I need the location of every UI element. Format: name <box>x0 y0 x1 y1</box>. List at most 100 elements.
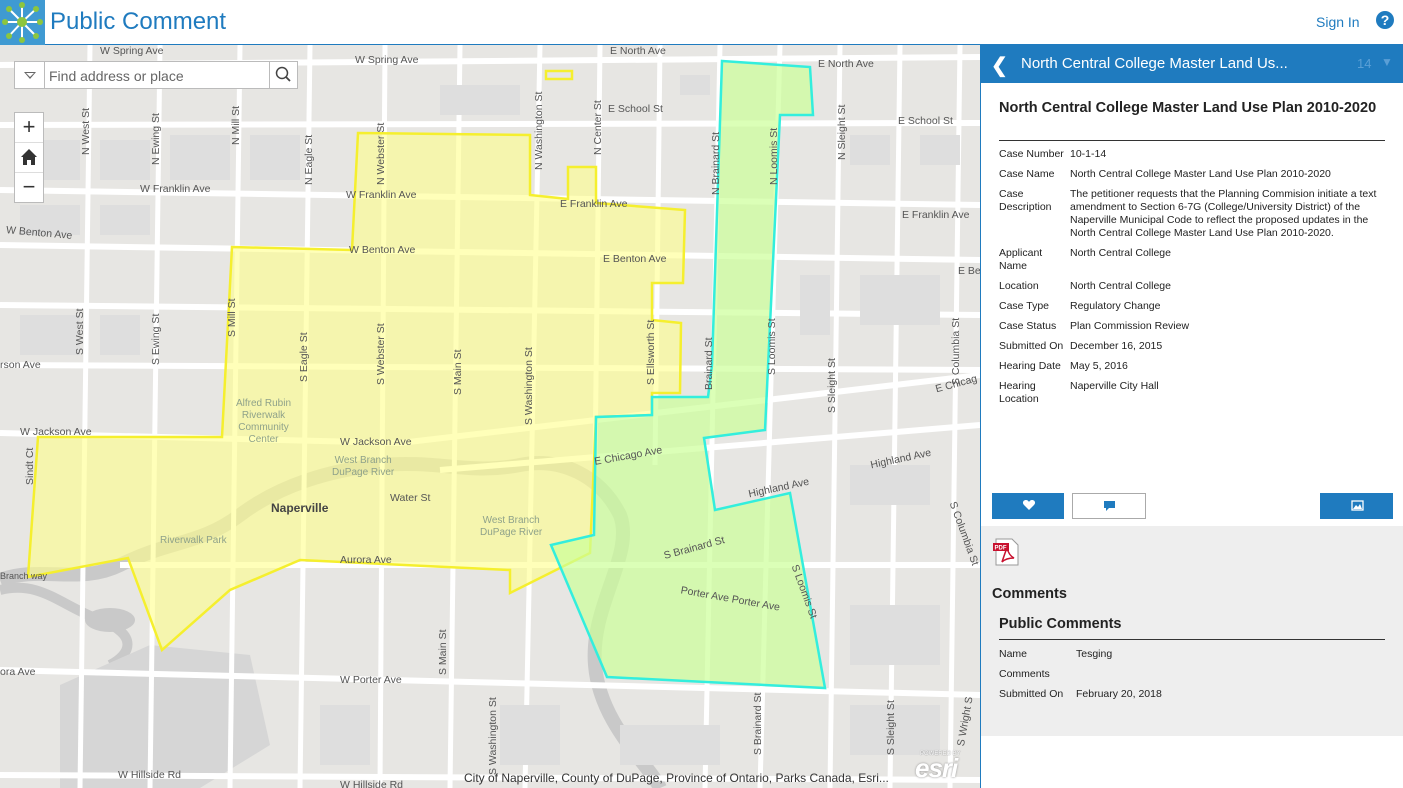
attribute-row: Case Number 10-1-14 <box>999 148 1385 168</box>
attribute-value: Plan Commission Review <box>1070 320 1190 332</box>
street-label: W Franklin Ave <box>346 189 417 201</box>
street-label: W Jackson Ave <box>340 436 412 448</box>
gallery-button[interactable] <box>1320 493 1393 519</box>
public-comments-heading: Public Comments <box>999 616 1122 632</box>
attribute-row: Hearing Date May 5, 2016 <box>999 360 1385 380</box>
attribute-key: Case Number <box>999 148 1064 160</box>
street-label: N Center St <box>592 100 604 155</box>
search-icon <box>275 66 291 82</box>
street-label: W Spring Ave <box>100 45 164 57</box>
chevron-down-icon <box>24 72 36 79</box>
search-widget <box>14 61 298 89</box>
attribute-value: May 5, 2016 <box>1070 360 1128 372</box>
street-label: E North Ave <box>818 58 874 70</box>
esri-logo[interactable]: esri <box>915 753 958 784</box>
svg-text:PDF: PDF <box>995 546 1007 552</box>
attribute-row: Hearing Location Naperville City Hall <box>999 380 1385 413</box>
comment-key: Submitted On <box>999 688 1064 700</box>
street-label: E Ben <box>958 265 980 277</box>
feature-count[interactable]: 14 <box>1357 56 1371 71</box>
street-label: N Eagle St <box>303 134 315 185</box>
image-icon <box>1351 500 1364 511</box>
street-label: E Franklin Ave <box>560 198 628 210</box>
attribute-key: Hearing Location <box>999 380 1039 405</box>
app-logo-icon <box>0 0 45 45</box>
street-label: S Washington St <box>487 697 499 775</box>
attribute-value: The petitioner requests that the Plannin… <box>1070 188 1377 239</box>
street-label: S Ewing St <box>150 313 162 365</box>
panel-header: ❮ North Central College Master Land Us..… <box>981 45 1403 83</box>
help-icon[interactable]: ? <box>1376 11 1394 29</box>
comment-icon <box>1104 501 1115 511</box>
street-label: N Brainard St <box>710 131 722 195</box>
attachments-comments-area: PDF Comments Public Comments Name Tesging… <box>981 526 1403 736</box>
back-chevron-icon[interactable]: ❮ <box>991 53 1008 78</box>
comment-key: Name <box>999 648 1028 660</box>
street-label: W Hillside Rd <box>340 779 404 788</box>
search-source-dropdown[interactable] <box>15 62 45 88</box>
street-label: Aurora Ave <box>340 554 392 566</box>
search-input[interactable] <box>47 64 271 88</box>
attribute-value: Naperville City Hall <box>1070 380 1159 392</box>
like-button[interactable] <box>992 493 1064 519</box>
street-label: E Franklin Ave <box>902 209 970 221</box>
poi-label: Riverwalk Park <box>160 535 227 546</box>
street-label: Water St <box>390 492 431 504</box>
search-button[interactable] <box>269 62 297 88</box>
comment-row: Name Tesging <box>999 648 1162 668</box>
street-label: N Washington St <box>533 91 545 170</box>
street-label: N Sleight St <box>836 104 848 160</box>
street-label: N Ewing St <box>150 113 162 165</box>
pdf-attachment-icon[interactable]: PDF <box>992 538 1020 566</box>
comment-button[interactable] <box>1072 493 1146 519</box>
panel-header-title: North Central College Master Land Us... <box>1021 55 1288 72</box>
zoom-out-button[interactable]: − <box>15 173 43 202</box>
attribute-row: Case Type Regulatory Change <box>999 300 1385 320</box>
divider <box>999 639 1385 640</box>
zoom-in-button[interactable]: + <box>15 113 43 143</box>
app-header: Public Comment Sign In ? <box>0 0 1403 45</box>
attribute-key: Case Status <box>999 320 1057 332</box>
street-label: S West St <box>74 308 86 356</box>
street-label: S Ellsworth St <box>645 319 657 385</box>
street-label: S Sleight St <box>826 358 838 413</box>
map-view[interactable]: W Spring Ave W Spring Ave E North Ave E … <box>0 45 980 788</box>
attribute-key: Case Name <box>999 168 1055 180</box>
zoom-controls: + − <box>14 112 44 203</box>
street-label: S Main St <box>437 629 449 675</box>
attribute-key: Submitted On <box>999 340 1064 352</box>
basemap <box>0 45 980 788</box>
poi-label: Alfred Rubin Riverwalk Community Center <box>236 398 292 445</box>
street-label: rson Ave <box>0 359 41 371</box>
home-icon <box>21 149 37 165</box>
attribute-row: Case Name North Central College Master La… <box>999 168 1385 188</box>
street-label: E North Ave <box>610 45 666 57</box>
street-label: N West St <box>80 107 92 155</box>
street-label: E School St <box>608 103 663 115</box>
attribute-row: Applicant Name North Central College <box>999 247 1385 280</box>
heart-icon <box>1022 500 1036 510</box>
street-label: W Franklin Ave <box>140 183 211 195</box>
street-label: W Spring Ave <box>355 54 419 66</box>
details-panel: ❮ North Central College Master Land Us..… <box>980 45 1403 788</box>
chevron-down-icon[interactable]: ▼ <box>1381 55 1393 69</box>
attribute-value: North Central College <box>1070 247 1171 259</box>
street-label: E School St <box>898 115 953 127</box>
street-label: S Columbia St <box>950 317 962 385</box>
street-label: Branch way <box>0 571 48 581</box>
street-label: Sindt Ct <box>24 447 36 485</box>
map-attribution: City of Naperville, County of DuPage, Pr… <box>464 771 889 785</box>
attribute-key: Case Description <box>999 188 1052 213</box>
comment-value: Tesging <box>1076 648 1113 660</box>
comment-value: February 20, 2018 <box>1076 688 1162 700</box>
street-label: Brainard St <box>703 337 715 390</box>
street-label: W Hillside Rd <box>118 769 182 781</box>
poi-label: West Branch DuPage River <box>480 515 543 538</box>
street-label: S Webster St <box>375 323 387 385</box>
street-label: N Mill St <box>230 105 242 145</box>
attribute-key: Applicant Name <box>999 247 1043 272</box>
home-button[interactable] <box>15 143 43 173</box>
sign-in-link[interactable]: Sign In <box>1316 14 1360 30</box>
attribute-table: Case Number 10-1-14 Case Name North Central… <box>999 148 1385 413</box>
street-label: ora Ave <box>0 666 36 678</box>
